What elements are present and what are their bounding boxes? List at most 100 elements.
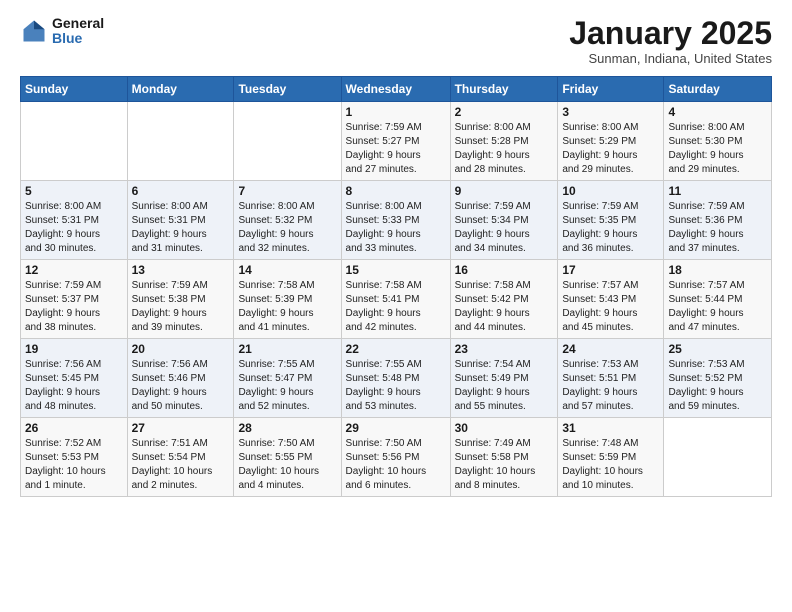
day-number: 14 (238, 263, 336, 277)
day-number: 6 (132, 184, 230, 198)
day-number: 12 (25, 263, 123, 277)
calendar-cell: 27 Sunrise: 7:51 AM Sunset: 5:54 PM Dayli… (127, 418, 234, 497)
logo-blue-text: Blue (52, 31, 104, 46)
calendar-cell: 7 Sunrise: 8:00 AM Sunset: 5:32 PM Daylig… (234, 181, 341, 260)
day-info: Sunrise: 7:51 AM Sunset: 5:54 PM Dayligh… (132, 437, 230, 493)
day-number: 4 (668, 105, 767, 119)
day-info: Sunrise: 8:00 AM Sunset: 5:28 PM Dayligh… (455, 121, 554, 177)
logo: General Blue (20, 16, 104, 47)
day-number: 23 (455, 342, 554, 356)
day-info: Sunrise: 7:59 AM Sunset: 5:37 PM Dayligh… (25, 279, 123, 335)
day-number: 29 (346, 421, 446, 435)
day-info: Sunrise: 7:59 AM Sunset: 5:38 PM Dayligh… (132, 279, 230, 335)
calendar-cell: 21 Sunrise: 7:55 AM Sunset: 5:47 PM Dayli… (234, 339, 341, 418)
calendar-cell: 3Sunrise: 8:00 AM Sunset: 5:29 PM Daylig… (558, 102, 664, 181)
calendar-header-thursday: Thursday (450, 77, 558, 102)
calendar-cell: 24Sunrise: 7:53 AM Sunset: 5:51 PM Dayli… (558, 339, 664, 418)
calendar-header-friday: Friday (558, 77, 664, 102)
day-info: Sunrise: 8:00 AM Sunset: 5:30 PM Dayligh… (668, 121, 767, 177)
calendar-cell: 26 Sunrise: 7:52 AM Sunset: 5:53 PM Dayli… (21, 418, 128, 497)
day-info: Sunrise: 7:58 AM Sunset: 5:42 PM Dayligh… (455, 279, 554, 335)
header: General Blue January 2025 Sunman, Indian… (20, 16, 772, 66)
calendar-header-wednesday: Wednesday (341, 77, 450, 102)
calendar-header-sunday: Sunday (21, 77, 128, 102)
day-number: 22 (346, 342, 446, 356)
calendar-cell: 28 Sunrise: 7:50 AM Sunset: 5:55 PM Dayli… (234, 418, 341, 497)
calendar-week-4: 19 Sunrise: 7:56 AM Sunset: 5:45 PM Dayli… (21, 339, 772, 418)
day-info: Sunrise: 7:59 AM Sunset: 5:35 PM Dayligh… (562, 200, 659, 256)
day-info: Sunrise: 7:59 AM Sunset: 5:36 PM Dayligh… (668, 200, 767, 256)
day-info: Sunrise: 8:00 AM Sunset: 5:33 PM Dayligh… (346, 200, 446, 256)
day-info: Sunrise: 7:50 AM Sunset: 5:56 PM Dayligh… (346, 437, 446, 493)
day-number: 7 (238, 184, 336, 198)
day-number: 2 (455, 105, 554, 119)
title-block: January 2025 Sunman, Indiana, United Sta… (569, 16, 772, 66)
calendar-cell: 8 Sunrise: 8:00 AM Sunset: 5:33 PM Daylig… (341, 181, 450, 260)
day-info: Sunrise: 7:49 AM Sunset: 5:58 PM Dayligh… (455, 437, 554, 493)
calendar-cell: 29 Sunrise: 7:50 AM Sunset: 5:56 PM Dayli… (341, 418, 450, 497)
day-info: Sunrise: 7:58 AM Sunset: 5:41 PM Dayligh… (346, 279, 446, 335)
calendar-cell: 19 Sunrise: 7:56 AM Sunset: 5:45 PM Dayli… (21, 339, 128, 418)
day-number: 25 (668, 342, 767, 356)
day-info: Sunrise: 7:59 AM Sunset: 5:27 PM Dayligh… (346, 121, 446, 177)
day-info: Sunrise: 7:50 AM Sunset: 5:55 PM Dayligh… (238, 437, 336, 493)
calendar-cell: 12 Sunrise: 7:59 AM Sunset: 5:37 PM Dayli… (21, 260, 128, 339)
day-info: Sunrise: 7:56 AM Sunset: 5:45 PM Dayligh… (25, 358, 123, 414)
calendar-cell: 25 Sunrise: 7:53 AM Sunset: 5:52 PM Dayli… (664, 339, 772, 418)
day-info: Sunrise: 7:55 AM Sunset: 5:47 PM Dayligh… (238, 358, 336, 414)
day-info: Sunrise: 8:00 AM Sunset: 5:31 PM Dayligh… (25, 200, 123, 256)
day-number: 30 (455, 421, 554, 435)
day-number: 19 (25, 342, 123, 356)
day-info: Sunrise: 7:57 AM Sunset: 5:44 PM Dayligh… (668, 279, 767, 335)
logo-icon (20, 17, 48, 45)
calendar-week-5: 26 Sunrise: 7:52 AM Sunset: 5:53 PM Dayli… (21, 418, 772, 497)
calendar-cell: 13 Sunrise: 7:59 AM Sunset: 5:38 PM Dayli… (127, 260, 234, 339)
calendar-cell: 30 Sunrise: 7:49 AM Sunset: 5:58 PM Dayli… (450, 418, 558, 497)
calendar-header-monday: Monday (127, 77, 234, 102)
day-info: Sunrise: 7:57 AM Sunset: 5:43 PM Dayligh… (562, 279, 659, 335)
calendar-cell: 15Sunrise: 7:58 AM Sunset: 5:41 PM Dayli… (341, 260, 450, 339)
day-number: 5 (25, 184, 123, 198)
calendar-cell: 31Sunrise: 7:48 AM Sunset: 5:59 PM Dayli… (558, 418, 664, 497)
day-number: 11 (668, 184, 767, 198)
day-number: 28 (238, 421, 336, 435)
day-info: Sunrise: 7:55 AM Sunset: 5:48 PM Dayligh… (346, 358, 446, 414)
calendar-header-row: SundayMondayTuesdayWednesdayThursdayFrid… (21, 77, 772, 102)
calendar-cell (127, 102, 234, 181)
day-info: Sunrise: 7:52 AM Sunset: 5:53 PM Dayligh… (25, 437, 123, 493)
month-title: January 2025 (569, 16, 772, 51)
day-info: Sunrise: 7:53 AM Sunset: 5:52 PM Dayligh… (668, 358, 767, 414)
day-info: Sunrise: 7:54 AM Sunset: 5:49 PM Dayligh… (455, 358, 554, 414)
calendar-cell (21, 102, 128, 181)
calendar-cell: 6 Sunrise: 8:00 AM Sunset: 5:31 PM Daylig… (127, 181, 234, 260)
day-number: 21 (238, 342, 336, 356)
logo-general-text: General (52, 16, 104, 31)
calendar-cell: 14 Sunrise: 7:58 AM Sunset: 5:39 PM Dayli… (234, 260, 341, 339)
day-info: Sunrise: 8:00 AM Sunset: 5:31 PM Dayligh… (132, 200, 230, 256)
day-number: 26 (25, 421, 123, 435)
day-number: 17 (562, 263, 659, 277)
day-number: 9 (455, 184, 554, 198)
calendar-cell: 9Sunrise: 7:59 AM Sunset: 5:34 PM Daylig… (450, 181, 558, 260)
calendar-cell: 20 Sunrise: 7:56 AM Sunset: 5:46 PM Dayli… (127, 339, 234, 418)
day-number: 10 (562, 184, 659, 198)
day-number: 13 (132, 263, 230, 277)
logo-text: General Blue (52, 16, 104, 47)
day-number: 8 (346, 184, 446, 198)
day-info: Sunrise: 8:00 AM Sunset: 5:32 PM Dayligh… (238, 200, 336, 256)
calendar-week-1: 1 Sunrise: 7:59 AM Sunset: 5:27 PM Daylig… (21, 102, 772, 181)
calendar-cell: 22 Sunrise: 7:55 AM Sunset: 5:48 PM Dayli… (341, 339, 450, 418)
day-number: 31 (562, 421, 659, 435)
page: General Blue January 2025 Sunman, Indian… (0, 0, 792, 513)
day-info: Sunrise: 7:58 AM Sunset: 5:39 PM Dayligh… (238, 279, 336, 335)
day-info: Sunrise: 7:53 AM Sunset: 5:51 PM Dayligh… (562, 358, 659, 414)
location: Sunman, Indiana, United States (569, 51, 772, 66)
calendar-cell: 4 Sunrise: 8:00 AM Sunset: 5:30 PM Daylig… (664, 102, 772, 181)
day-number: 1 (346, 105, 446, 119)
calendar-cell: 16Sunrise: 7:58 AM Sunset: 5:42 PM Dayli… (450, 260, 558, 339)
day-info: Sunrise: 8:00 AM Sunset: 5:29 PM Dayligh… (562, 121, 659, 177)
day-number: 27 (132, 421, 230, 435)
day-info: Sunrise: 7:56 AM Sunset: 5:46 PM Dayligh… (132, 358, 230, 414)
calendar-cell (664, 418, 772, 497)
day-number: 20 (132, 342, 230, 356)
